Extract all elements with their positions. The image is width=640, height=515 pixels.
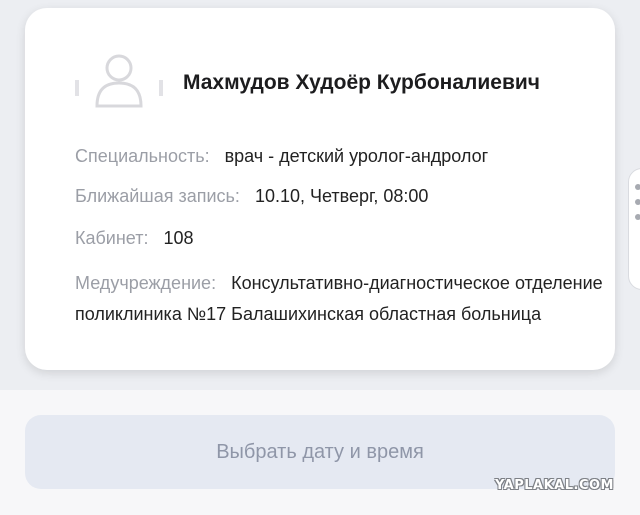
specialty-row: Специальность: врач - детский уролог-анд… [75, 146, 488, 167]
nearest-appointment-row: Ближайшая запись: 10.10, Четверг, 08:00 [75, 186, 428, 207]
more-vertical-icon [635, 214, 640, 220]
more-vertical-icon [635, 199, 640, 205]
cabinet-value: 108 [163, 228, 194, 248]
watermark: YAPLAKAL.COM [495, 478, 614, 493]
cabinet-row: Кабинет: 108 [75, 228, 194, 249]
more-vertical-icon [635, 184, 640, 190]
side-handle[interactable] [628, 168, 640, 290]
doctor-name: Махмудов Худоёр Курбоналиевич [183, 71, 540, 94]
cabinet-label: Кабинет: [75, 228, 149, 248]
user-placeholder-icon [75, 54, 163, 108]
specialty-label: Специальность: [75, 146, 210, 166]
nearest-appointment-value: 10.10, Четверг, 08:00 [254, 186, 429, 206]
institution-label: Медучреждение: [75, 273, 217, 293]
institution-row: Медучреждение: Консультативно-диагностич… [75, 268, 615, 330]
doctor-card[interactable]: Махмудов Худоёр Курбоналиевич Специально… [25, 8, 615, 370]
nearest-appointment-label: Ближайшая запись: [75, 186, 240, 206]
specialty-value: врач - детский уролог-андролог [224, 146, 489, 166]
